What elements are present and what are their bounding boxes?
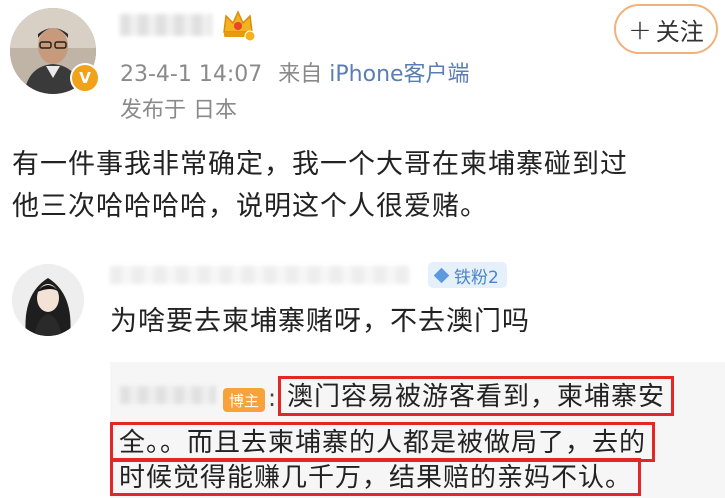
diamond-icon [433, 267, 450, 283]
weibo-post-screen: V 23-4-1 14:07 来自 iPhone客户端 发布于 日本 + 关注 有… [0, 0, 725, 498]
fan-level-label: 铁粉2 [454, 267, 499, 288]
post-body-line: 他三次哈哈哈哈，说明这个人很爱赌。 [12, 191, 488, 222]
reply-line-highlighted: 澳门容易被游客看到，柬埔寨安 [278, 376, 675, 416]
follow-label: 关注 [655, 17, 704, 46]
reply-author-redacted[interactable] [120, 386, 216, 404]
post-meta: 23-4-1 14:07 来自 iPhone客户端 [120, 56, 470, 88]
fan-level-badge: 铁粉2 [428, 262, 507, 288]
reply-box: 博主 : 澳门容易被游客看到，柬埔寨安 全。。而且去柬埔寨的人都是被做局了，去的… [110, 362, 725, 498]
plus-icon: + [628, 12, 652, 46]
crown-icon [223, 10, 256, 42]
blogger-badge: 博主 [223, 388, 266, 412]
comment-body: 为啥要去柬埔寨赌呀，不去澳门吗 [110, 306, 530, 337]
follow-button[interactable]: + 关注 [614, 4, 718, 54]
reply-line-highlighted: 时候觉得能赚几千万，结果赔的亲妈不认。 [110, 458, 642, 496]
post-location: 发布于 日本 [120, 98, 237, 123]
post-body-line: 有一件事我非常确定，我一个大哥在柬埔寨碰到过 [12, 149, 628, 180]
commenter-avatar-image [12, 264, 84, 336]
reply-line-highlighted: 全。。而且去柬埔寨的人都是被做局了，去的 [110, 422, 656, 462]
commenter-avatar[interactable] [12, 264, 84, 336]
post-platform-link[interactable]: iPhone客户端 [329, 62, 469, 87]
post-body: 有一件事我非常确定，我一个大哥在柬埔寨碰到过 他三次哈哈哈哈，说明这个人很爱赌。 [12, 144, 712, 228]
commenter-name-redacted[interactable] [110, 266, 410, 284]
author-name-redacted[interactable] [120, 14, 212, 36]
post-source-prefix: 来自 [278, 62, 323, 87]
post-time: 23-4-1 14:07 [120, 62, 263, 87]
reply-colon: : [268, 384, 277, 412]
verified-icon: V [70, 63, 100, 93]
